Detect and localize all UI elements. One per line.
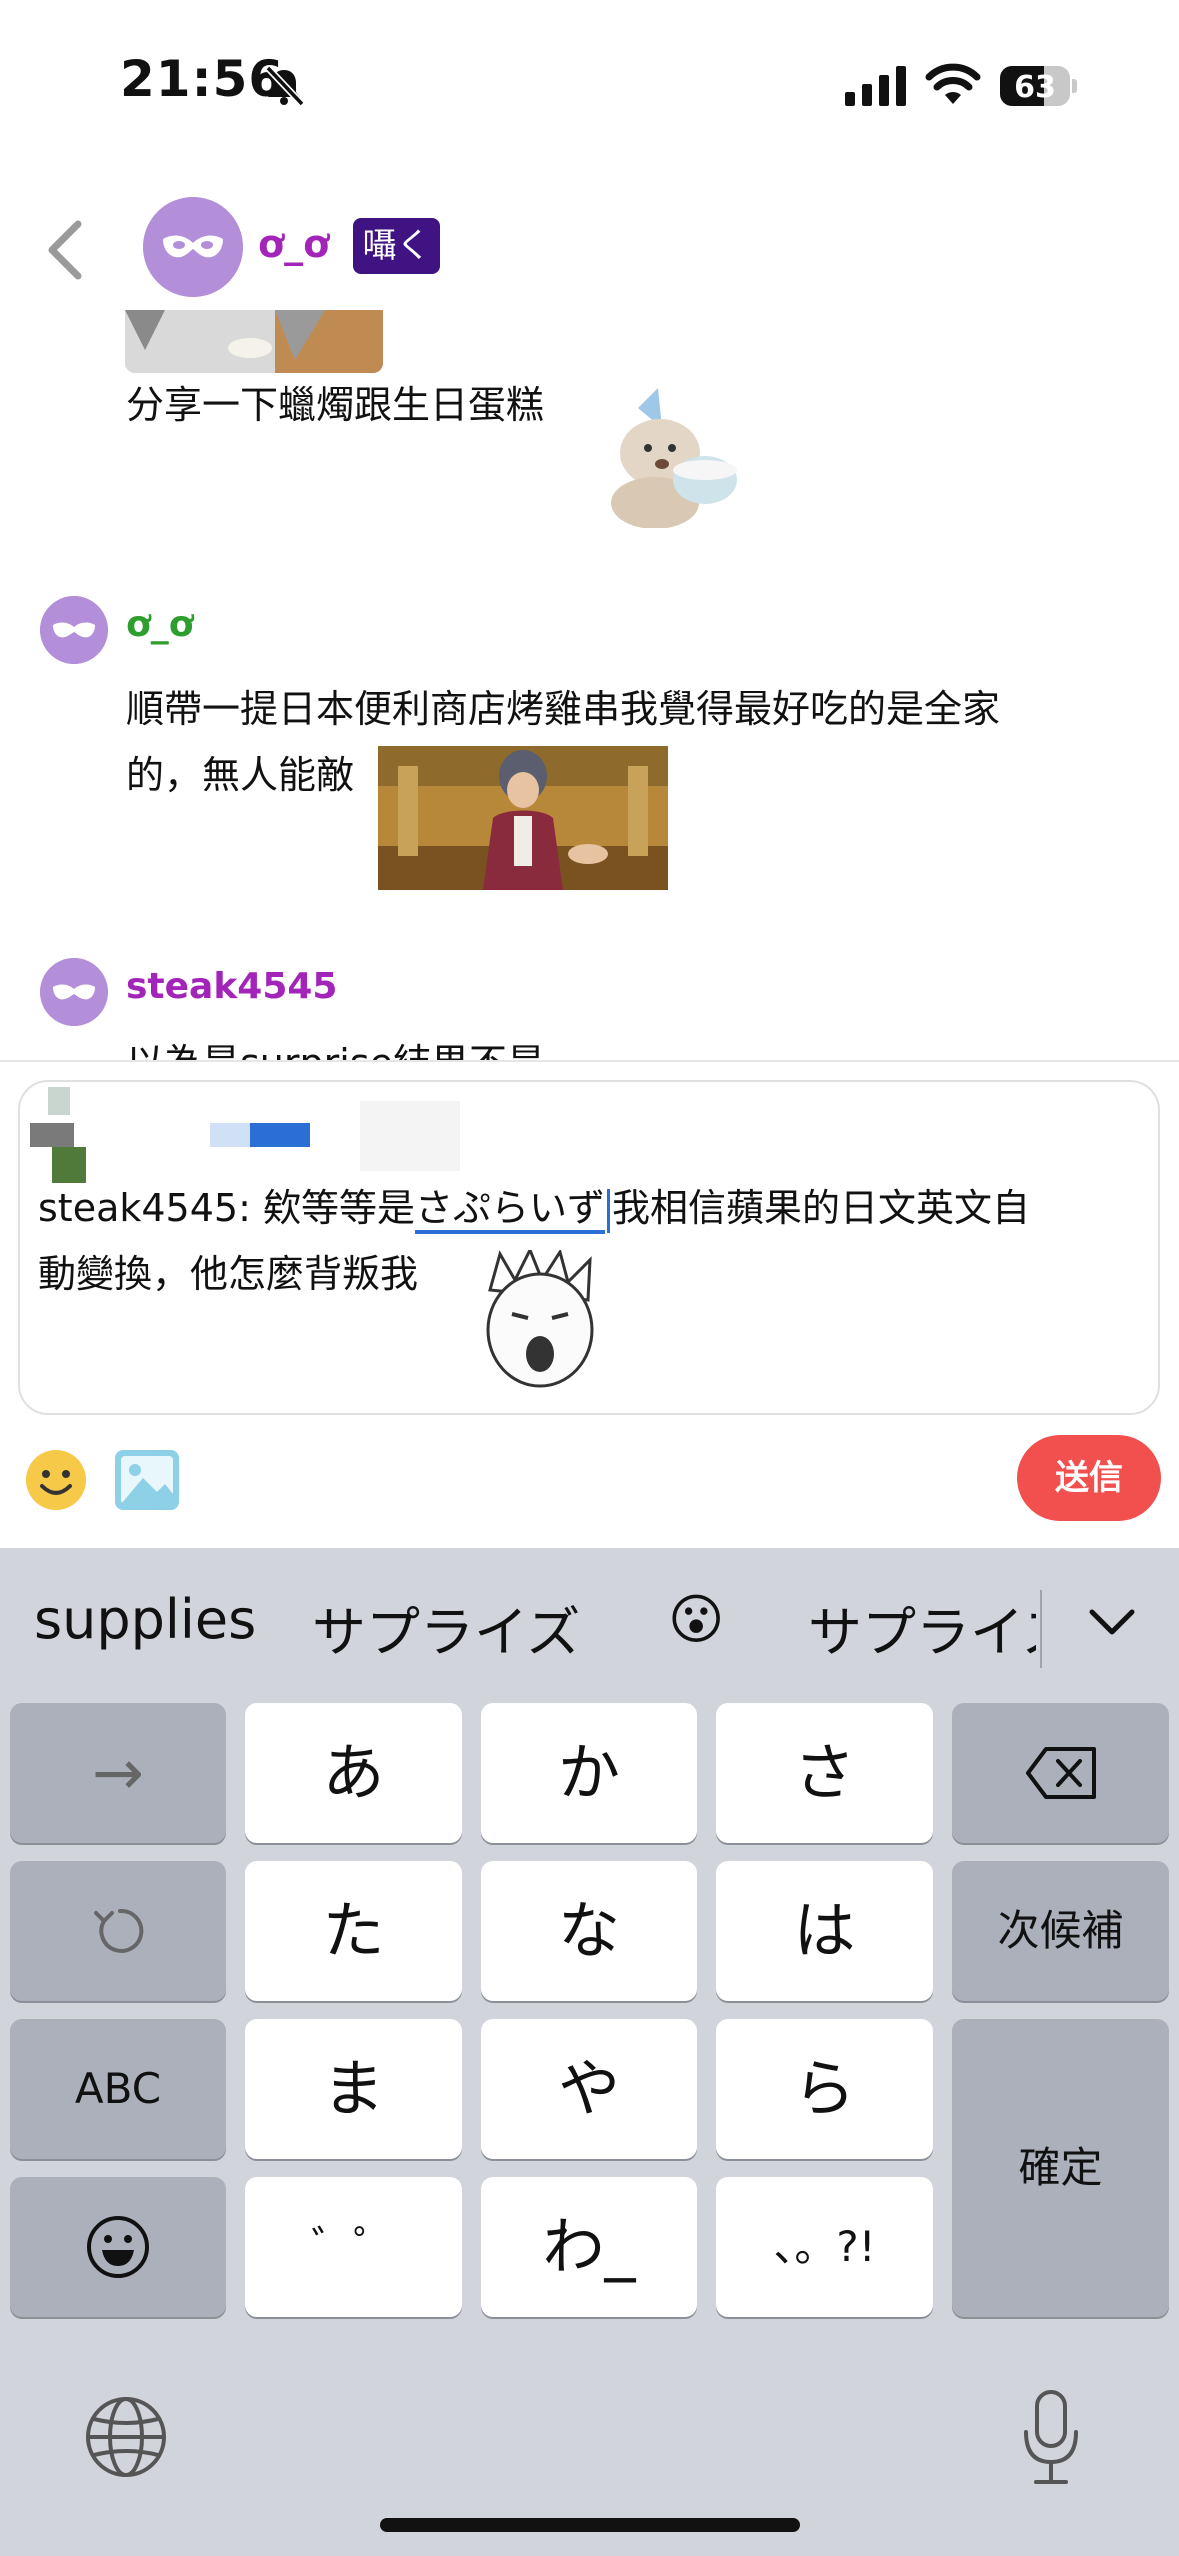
backspace-icon bbox=[1026, 1747, 1096, 1799]
avatar[interactable] bbox=[40, 596, 108, 664]
message-username[interactable]: ơ_ơ bbox=[126, 604, 193, 645]
shared-photo[interactable] bbox=[125, 310, 383, 373]
key-sa[interactable]: さ bbox=[716, 1703, 933, 1843]
avatar[interactable] bbox=[143, 197, 243, 297]
wifi-icon bbox=[925, 63, 981, 104]
send-button[interactable]: 送信 bbox=[1017, 1435, 1161, 1521]
attachment-preview[interactable] bbox=[30, 1087, 530, 1187]
emoji-key[interactable] bbox=[10, 2177, 226, 2317]
candidate-item[interactable]: 😮 bbox=[668, 1588, 724, 1651]
undo-key[interactable] bbox=[10, 1861, 226, 2001]
delete-key[interactable] bbox=[952, 1703, 1169, 1843]
status-bar: 21:56 63 bbox=[0, 0, 1179, 150]
candidate-item[interactable]: サプライズ bbox=[312, 1588, 580, 1667]
candidate-item[interactable]: supplies bbox=[34, 1588, 256, 1651]
key-dakuten[interactable]: ゛゜ bbox=[245, 2177, 462, 2317]
key-ya[interactable]: や bbox=[481, 2019, 697, 2159]
status-time: 21:56 bbox=[120, 50, 285, 108]
message-username[interactable]: steak4545 bbox=[126, 966, 337, 1007]
message-text: 以為是surprise結果不是 bbox=[126, 1030, 1126, 1062]
whisper-badge[interactable]: 囁く bbox=[353, 218, 440, 274]
candidate-item[interactable]: サプライズ bbox=[808, 1588, 1036, 1667]
battery-level-text: 63 bbox=[1014, 70, 1056, 105]
key-a[interactable]: あ bbox=[245, 1703, 462, 1843]
key-wa[interactable]: わ_ bbox=[481, 2177, 697, 2317]
key-ta[interactable]: た bbox=[245, 1861, 462, 2001]
key-ra[interactable]: ら bbox=[716, 2019, 933, 2159]
keyboard[interactable]: supplies サプライズ 😮 サプライズ → あ か さ た な は 次候補… bbox=[0, 1548, 1179, 2556]
key-punctuation[interactable]: 、。?! bbox=[716, 2177, 933, 2317]
message-line: 順帶一提日本便利商店烤雞串我覺得最好吃的是全家 bbox=[126, 687, 1001, 731]
key-na[interactable]: な bbox=[481, 1861, 697, 2001]
confirm-key[interactable]: 確定 bbox=[952, 2019, 1169, 2317]
key-ma[interactable]: ま bbox=[245, 2019, 462, 2159]
back-button[interactable] bbox=[30, 210, 100, 290]
key-ka[interactable]: か bbox=[481, 1703, 697, 1843]
composer-prefix: steak4545: 欸等等是 bbox=[38, 1186, 415, 1230]
abc-key[interactable]: ABC bbox=[10, 2019, 226, 2159]
smiley-icon[interactable] bbox=[24, 1448, 88, 1512]
emoji-icon bbox=[87, 2216, 149, 2278]
message-line: 的，無人能敵 bbox=[126, 753, 355, 797]
key-arrow[interactable]: → bbox=[10, 1703, 226, 1843]
chevron-down-icon[interactable] bbox=[1080, 1598, 1144, 1648]
next-candidate-key[interactable]: 次候補 bbox=[952, 1861, 1169, 2001]
chat-title: ơ_ơ bbox=[258, 222, 330, 266]
composer-text-rest: 我相信蘋果的日文英文自 bbox=[611, 1186, 1030, 1230]
undo-icon bbox=[94, 1908, 144, 1953]
composer-marked-text: さぷらいず bbox=[414, 1186, 605, 1234]
image-icon[interactable] bbox=[113, 1448, 181, 1512]
courtroom-sticker[interactable] bbox=[378, 746, 668, 890]
bell-slash-icon bbox=[265, 65, 305, 107]
home-indicator[interactable] bbox=[380, 2518, 800, 2532]
cellular-signal-icon bbox=[845, 66, 906, 106]
text-caret bbox=[606, 1188, 610, 1233]
globe-icon[interactable] bbox=[84, 2395, 168, 2479]
composer-line2: 動變換，他怎麼背叛我 bbox=[38, 1252, 419, 1296]
battery-icon: 63 bbox=[1000, 66, 1077, 106]
key-ha[interactable]: は bbox=[716, 1861, 933, 2001]
chat-log[interactable]: 分享一下蠟燭跟生日蛋糕 ơ_ơ 順帶一提日本便利商店烤雞串我覺得最好吃的是全家 … bbox=[0, 300, 1179, 1062]
candidate-separator bbox=[1040, 1590, 1042, 1668]
chat-divider bbox=[0, 1060, 1179, 1062]
birthday-dog-sticker[interactable] bbox=[600, 388, 750, 528]
candidate-bar[interactable]: supplies サプライズ 😮 サプライズ bbox=[0, 1548, 1179, 1698]
meme-face-sticker[interactable] bbox=[470, 1250, 610, 1388]
avatar[interactable] bbox=[40, 958, 108, 1026]
microphone-icon[interactable] bbox=[1018, 2388, 1084, 2488]
